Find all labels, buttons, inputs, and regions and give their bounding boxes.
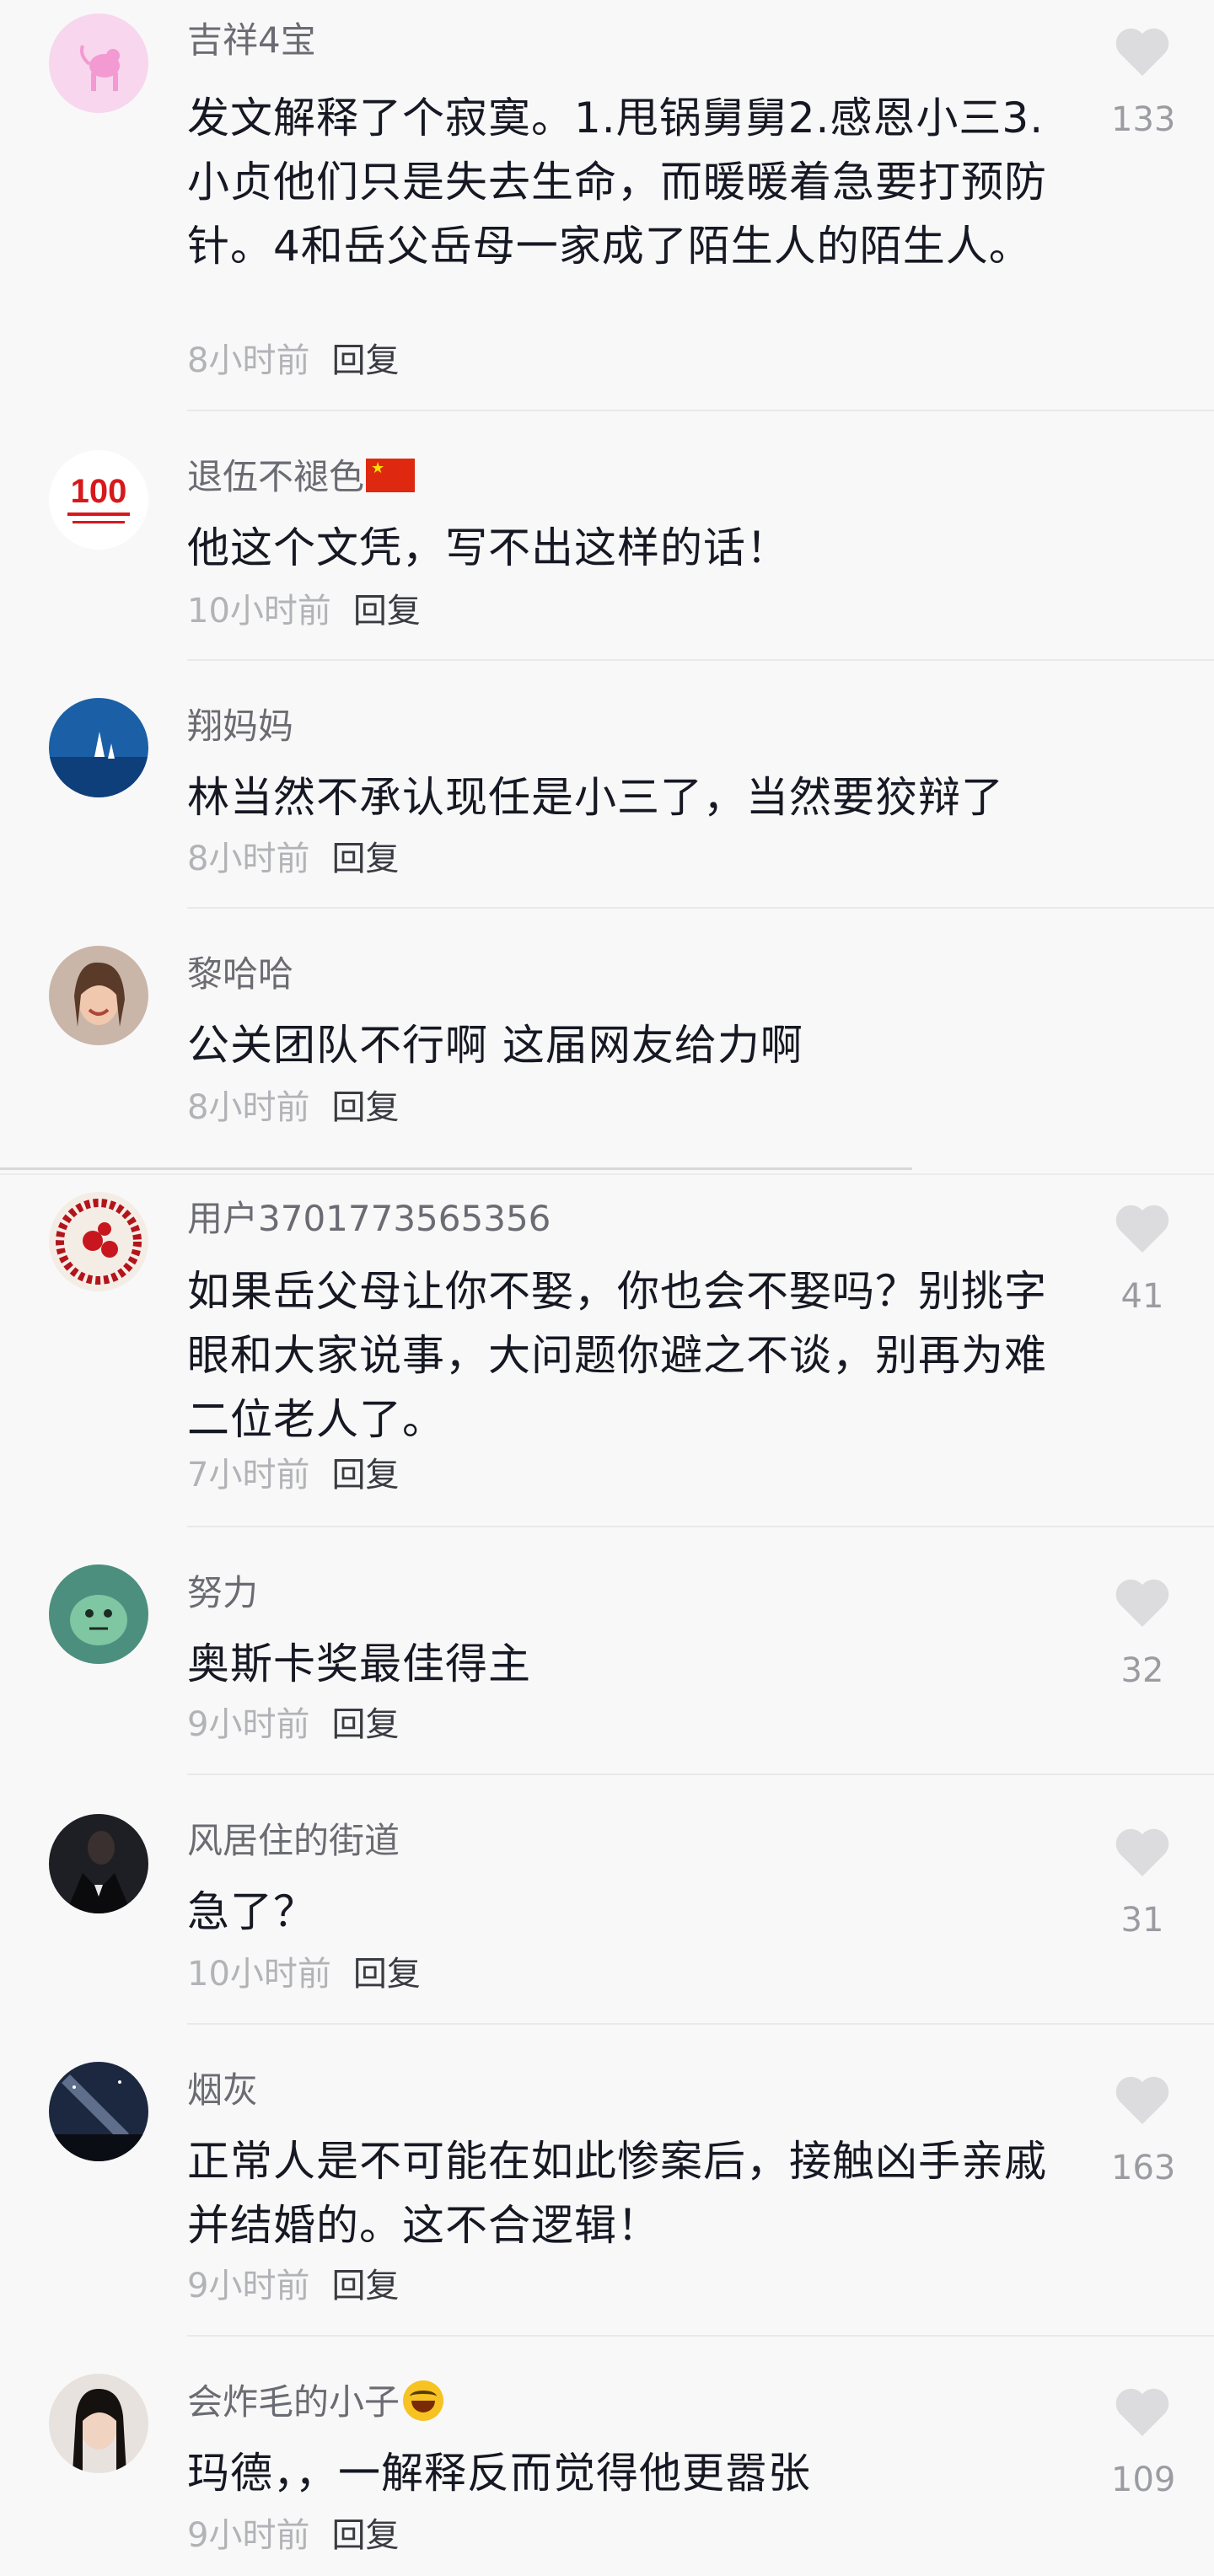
comment-meta: 8小时前 回复 [187,1084,399,1131]
username[interactable]: 努力 [187,1570,258,1617]
man-in-suit-avatar-icon [49,1814,148,1913]
like-count: 32 [1120,1651,1164,1690]
party-100-anniversary-avatar-icon: 100 [49,450,148,550]
like-count: 31 [1120,1901,1164,1940]
avatar[interactable] [49,946,148,1045]
timestamp: 8小时前 [187,341,310,380]
avatar[interactable] [49,2062,148,2161]
timestamp: 9小时前 [187,1705,310,1744]
comment-meta: 10小时前 回复 [187,1951,421,1998]
divider [187,2335,1214,2337]
comment-text: 公关团队不行啊 这届网友给力啊 [187,1021,803,1070]
reply-button[interactable]: 回复 [331,1088,399,1127]
green-cartoon-avatar-icon [49,1564,148,1664]
comment-text: 如果岳父母让你不娶，你也会不娶吗？别挑字眼和大家说事，大问题你避之不谈，别再为难… [187,1267,1047,1444]
username[interactable]: 用户3701773565356 [187,1195,551,1242]
comment-meta: 8小时前 回复 [187,835,399,883]
comment-text: 发文解释了个寂寞。1.甩锅舅舅2.感恩小三3.小贞他们只是失去生命，而暖暖着急要… [187,94,1047,271]
like-button[interactable]: 32 [1111,1576,1174,1691]
timestamp: 10小时前 [187,592,331,631]
username[interactable]: 翔妈妈 [187,703,293,750]
laughing-emoji-icon [403,2380,444,2421]
username[interactable]: 烟灰 [187,2067,258,2114]
comment-text: 正常人是不可能在如此惨案后，接触凶手亲戚并结婚的。这不合逻辑！ [187,2137,1047,2250]
reply-button[interactable]: 回复 [353,1955,421,1994]
night-sky-avatar-icon [49,2062,148,2161]
divider [187,1526,1214,1527]
timestamp: 9小时前 [187,2267,310,2305]
username[interactable]: 吉祥4宝 [187,17,316,64]
username-text: 退伍不褪色 [187,456,365,497]
comment-text: 林当然不承认现任是小三了，当然要狡辩了 [187,773,1004,822]
like-button[interactable]: 109 [1111,2385,1176,2500]
like-button[interactable]: 31 [1111,1826,1174,1940]
username[interactable]: 退伍不褪色 [187,453,416,501]
comment-text: 奥斯卡奖最佳得主 [187,1640,531,1688]
woman-portrait-avatar-icon [49,2374,148,2473]
reply-button[interactable]: 回复 [331,840,399,878]
comment-meta: 10小时前 回复 [187,588,421,635]
timestamp: 8小时前 [187,840,310,878]
reply-button[interactable]: 回复 [331,2516,399,2555]
username[interactable]: 黎哈哈 [187,951,293,998]
reply-button[interactable]: 回复 [331,2267,399,2305]
avatar[interactable] [49,13,148,113]
reply-button[interactable]: 回复 [331,1705,399,1744]
comment-meta: 9小时前 回复 [187,2512,399,2559]
smiling-woman-avatar-icon [49,946,148,1045]
heart-icon [1115,1579,1169,1627]
divider [187,2023,1214,2025]
comment-text: 玛德，，一解释反而觉得他更嚣张 [187,2449,811,2498]
section-separator [0,1173,1214,1175]
avatar[interactable] [49,1564,148,1664]
like-count: 109 [1111,2461,1176,2499]
like-button[interactable]: 41 [1111,1202,1174,1317]
heart-icon [1115,1205,1169,1253]
heart-icon [1115,28,1169,76]
avatar[interactable] [49,2374,148,2473]
timestamp: 10小时前 [187,1955,331,1994]
like-count: 41 [1120,1277,1164,1316]
timestamp: 9小时前 [187,2516,310,2555]
reply-button[interactable]: 回复 [331,1456,399,1495]
divider [187,1774,1214,1775]
username-text: 会炸毛的小子 [187,2381,400,2423]
reply-button[interactable]: 回复 [353,592,421,631]
comment-text: 他这个文凭，写不出这样的话！ [187,523,789,572]
comment-meta: 9小时前 回复 [187,2262,399,2310]
username[interactable]: 会炸毛的小子 [187,2379,444,2426]
heart-icon [1115,1828,1169,1876]
avatar[interactable] [49,1192,148,1291]
divider [187,907,1214,909]
divider [187,410,1214,411]
timestamp: 7小时前 [187,1456,310,1495]
comment-text: 急了？ [187,1887,316,1936]
red-beads-avatar-icon [49,1192,148,1291]
heart-icon [1115,2076,1169,2124]
section-separator [0,1167,912,1170]
like-count: 163 [1111,2149,1176,2187]
reply-button[interactable]: 回复 [331,341,399,380]
pink-panther-avatar-icon [49,13,148,113]
comment-meta: 8小时前 回复 [187,337,399,384]
avatar[interactable] [49,1814,148,1913]
avatar[interactable]: 100 [49,450,148,550]
like-button[interactable]: 133 [1111,25,1176,140]
china-flag-icon [366,459,416,492]
like-button[interactable]: 163 [1111,2074,1176,2188]
comment-meta: 9小时前 回复 [187,1701,399,1748]
sailboats-sea-avatar-icon [49,698,148,797]
comment-meta: 7小时前 回复 [187,1452,399,1499]
username[interactable]: 风居住的街道 [187,1817,400,1865]
heart-icon [1115,2388,1169,2436]
avatar[interactable] [49,698,148,797]
timestamp: 8小时前 [187,1088,310,1127]
svg-text:100: 100 [71,473,127,510]
divider [187,659,1214,661]
like-count: 133 [1111,100,1176,139]
